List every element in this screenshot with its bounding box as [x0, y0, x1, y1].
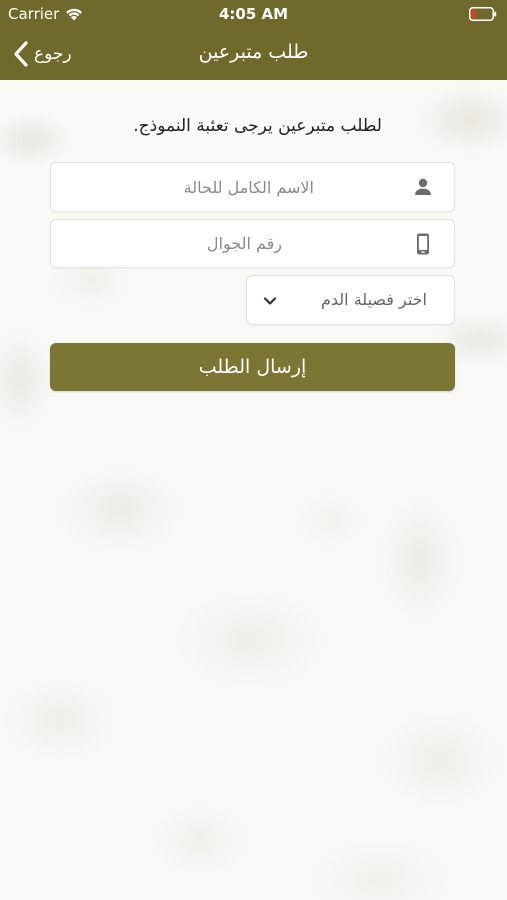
status-time: 4:05 AM — [218, 5, 289, 23]
full-name-field — [50, 162, 455, 212]
phone-input[interactable] — [82, 220, 282, 267]
form-instructions: لطلب متبرعين يرجى تعئبة النموذج. — [133, 116, 382, 136]
phone-field — [50, 219, 455, 268]
battery-icon — [469, 7, 497, 21]
page-title: طلب متبرعين — [198, 41, 309, 63]
status-bar: Carrier 4:05 AM — [0, 0, 507, 28]
submit-label: إرسال الطلب — [198, 356, 307, 378]
blood-type-select[interactable]: اختر فصيلة الدم — [246, 275, 455, 325]
full-name-input[interactable] — [84, 163, 314, 211]
chevron-down-icon — [263, 297, 277, 305]
mobile-phone-icon — [417, 233, 429, 255]
person-icon — [415, 178, 431, 195]
blood-type-value: اختر فصيلة الدم — [320, 290, 427, 309]
navigation-bar: رجوع طلب متبرعين — [0, 28, 507, 80]
submit-request-button[interactable]: إرسال الطلب — [50, 343, 455, 391]
